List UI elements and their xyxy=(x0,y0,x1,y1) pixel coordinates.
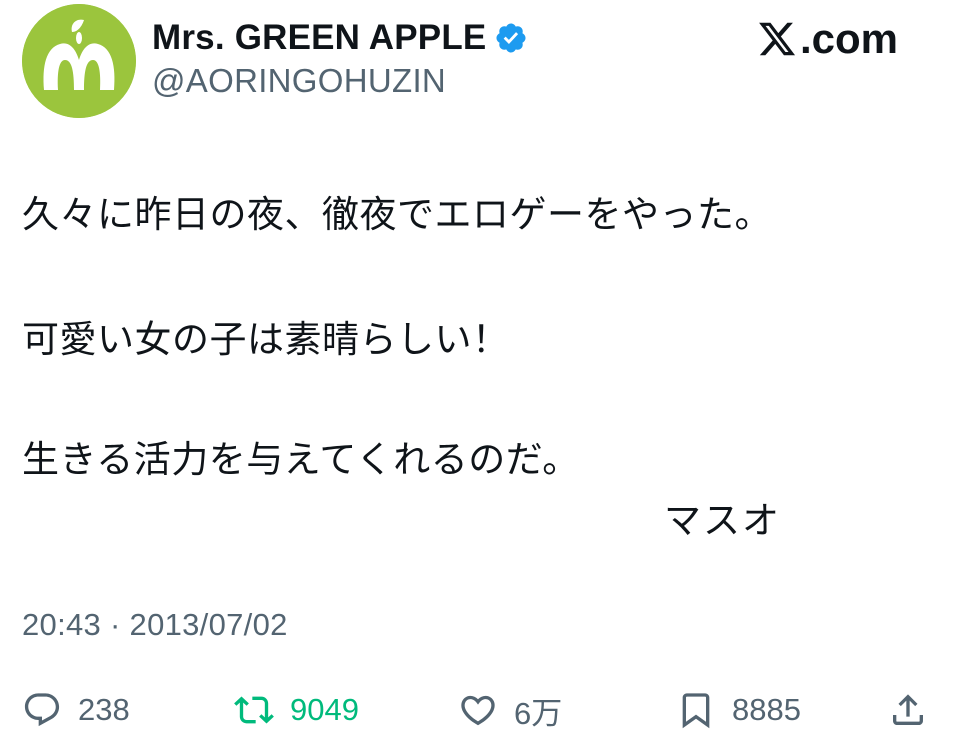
display-name[interactable]: Mrs. GREEN APPLE xyxy=(152,18,486,58)
account-name-row[interactable]: Mrs. GREEN APPLE xyxy=(152,14,528,62)
like-count: 6万 xyxy=(514,695,563,731)
avatar[interactable] xyxy=(22,4,136,118)
reply-button[interactable]: 238 xyxy=(22,680,130,740)
retweet-button[interactable]: 9049 xyxy=(234,680,359,740)
x-logo-icon xyxy=(756,19,798,59)
action-bar: 238 9049 6万 8885 xyxy=(0,680,968,740)
retweet-count: 9049 xyxy=(290,692,359,727)
tweet-timestamp[interactable]: 20:43 · 2013/07/02 xyxy=(22,607,288,643)
bookmark-button[interactable]: 8885 xyxy=(676,680,801,740)
green-apple-logo-icon xyxy=(22,4,136,118)
share-icon xyxy=(893,694,923,725)
tweet-text-line-2: 可愛い女の子は素晴らしい！ xyxy=(22,318,510,361)
bookmark-count: 8885 xyxy=(732,692,801,727)
reply-icon xyxy=(24,693,60,727)
watermark-text: .com xyxy=(800,15,899,62)
account-handle[interactable]: @AORINGOHUZIN xyxy=(152,62,446,100)
tweet-text-line-1: 久々に昨日の夜、徹夜でエロゲーをやった。 xyxy=(22,193,772,236)
bookmark-icon xyxy=(682,693,710,729)
x-watermark: .com xyxy=(756,14,898,64)
verified-badge-icon xyxy=(494,21,528,55)
reply-count: 238 xyxy=(78,692,130,727)
tweet-signature: マスオ xyxy=(664,499,781,542)
like-button[interactable]: 6万 xyxy=(458,680,562,740)
tweet-text-line-3: 生きる活力を与えてくれるのだ。 xyxy=(22,438,580,481)
heart-icon xyxy=(461,695,495,726)
share-button[interactable] xyxy=(888,680,928,740)
retweet-icon xyxy=(234,696,274,724)
